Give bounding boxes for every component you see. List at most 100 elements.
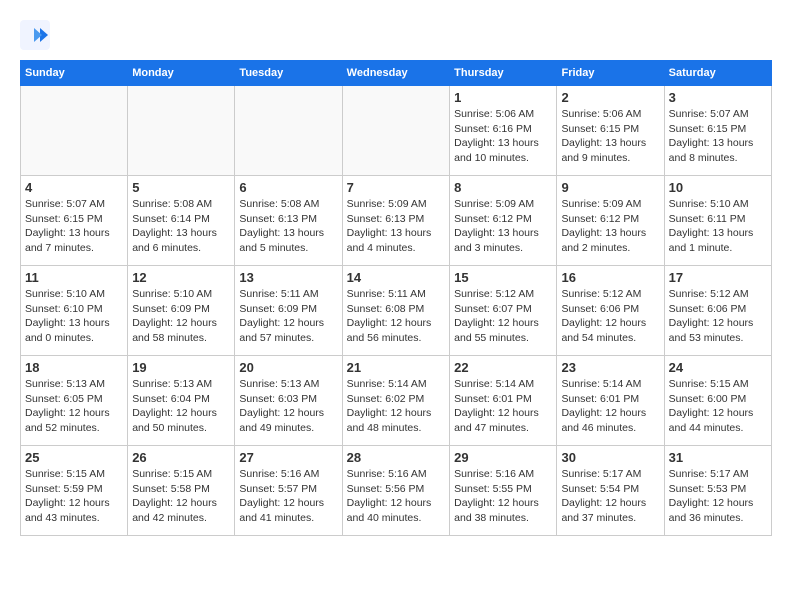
day-info: Sunrise: 5:14 AM Sunset: 6:02 PM Dayligh… [347, 377, 445, 436]
calendar-cell: 12Sunrise: 5:10 AM Sunset: 6:09 PM Dayli… [128, 266, 235, 356]
day-info: Sunrise: 5:12 AM Sunset: 6:06 PM Dayligh… [669, 287, 767, 346]
calendar-cell [342, 86, 449, 176]
day-number: 30 [561, 450, 659, 465]
calendar-cell: 26Sunrise: 5:15 AM Sunset: 5:58 PM Dayli… [128, 446, 235, 536]
calendar-cell: 3 Sunrise: 5:07 AM Sunset: 6:15 PM Daylig… [664, 86, 771, 176]
day-info: Sunrise: 5:11 AM Sunset: 6:09 PM Dayligh… [239, 287, 337, 346]
calendar-cell: 4Sunrise: 5:07 AM Sunset: 6:15 PM Daylig… [21, 176, 128, 266]
day-number: 25 [25, 450, 123, 465]
day-info: Sunrise: 5:08 AM Sunset: 6:14 PM Dayligh… [132, 197, 230, 256]
day-info: Sunrise: 5:11 AM Sunset: 6:08 PM Dayligh… [347, 287, 445, 346]
day-info: Sunrise: 5:15 AM Sunset: 5:59 PM Dayligh… [25, 467, 123, 526]
days-header-row: SundayMondayTuesdayWednesdayThursdayFrid… [21, 61, 772, 86]
day-info: Sunrise: 5:14 AM Sunset: 6:01 PM Dayligh… [454, 377, 552, 436]
day-number: 15 [454, 270, 552, 285]
calendar-cell: 7 Sunrise: 5:09 AM Sunset: 6:13 PM Daylig… [342, 176, 449, 266]
day-info: Sunrise: 5:09 AM Sunset: 6:13 PM Dayligh… [347, 197, 445, 256]
day-number: 21 [347, 360, 445, 375]
day-number: 23 [561, 360, 659, 375]
day-of-week-header: Friday [557, 61, 664, 86]
calendar-cell: 9 Sunrise: 5:09 AM Sunset: 6:12 PM Daylig… [557, 176, 664, 266]
calendar-cell [235, 86, 342, 176]
day-number: 18 [25, 360, 123, 375]
day-number: 16 [561, 270, 659, 285]
day-number: 28 [347, 450, 445, 465]
calendar-cell: 6Sunrise: 5:08 AM Sunset: 6:13 PM Daylig… [235, 176, 342, 266]
day-info: Sunrise: 5:12 AM Sunset: 6:07 PM Dayligh… [454, 287, 552, 346]
day-info: Sunrise: 5:06 AM Sunset: 6:15 PM Dayligh… [561, 107, 659, 166]
calendar-cell: 27Sunrise: 5:16 AM Sunset: 5:57 PM Dayli… [235, 446, 342, 536]
day-of-week-header: Sunday [21, 61, 128, 86]
calendar-cell: 16 Sunrise: 5:12 AM Sunset: 6:06 PM Dayli… [557, 266, 664, 356]
calendar-cell: 8Sunrise: 5:09 AM Sunset: 6:12 PM Daylig… [450, 176, 557, 266]
day-of-week-header: Tuesday [235, 61, 342, 86]
day-info: Sunrise: 5:10 AM Sunset: 6:09 PM Dayligh… [132, 287, 230, 346]
calendar-cell: 31 Sunrise: 5:17 AM Sunset: 5:53 PM Dayli… [664, 446, 771, 536]
day-number: 7 [347, 180, 445, 195]
day-number: 6 [239, 180, 337, 195]
day-number: 17 [669, 270, 767, 285]
day-info: Sunrise: 5:13 AM Sunset: 6:04 PM Dayligh… [132, 377, 230, 436]
day-number: 20 [239, 360, 337, 375]
calendar-cell: 29 Sunrise: 5:16 AM Sunset: 5:55 PM Dayli… [450, 446, 557, 536]
day-number: 26 [132, 450, 230, 465]
day-info: Sunrise: 5:07 AM Sunset: 6:15 PM Dayligh… [25, 197, 123, 256]
calendar-cell: 11Sunrise: 5:10 AM Sunset: 6:10 PM Dayli… [21, 266, 128, 356]
logo-icon [20, 20, 50, 50]
day-info: Sunrise: 5:17 AM Sunset: 5:53 PM Dayligh… [669, 467, 767, 526]
day-info: Sunrise: 5:10 AM Sunset: 6:11 PM Dayligh… [669, 197, 767, 256]
calendar-cell [128, 86, 235, 176]
calendar-cell: 15 Sunrise: 5:12 AM Sunset: 6:07 PM Dayli… [450, 266, 557, 356]
calendar-cell: 24 Sunrise: 5:15 AM Sunset: 6:00 PM Dayli… [664, 356, 771, 446]
day-of-week-header: Thursday [450, 61, 557, 86]
calendar-week-row: 25 Sunrise: 5:15 AM Sunset: 5:59 PM Dayli… [21, 446, 772, 536]
calendar-cell: 1 Sunrise: 5:06 AM Sunset: 6:16 PM Daylig… [450, 86, 557, 176]
day-number: 19 [132, 360, 230, 375]
day-info: Sunrise: 5:13 AM Sunset: 6:05 PM Dayligh… [25, 377, 123, 436]
day-info: Sunrise: 5:09 AM Sunset: 6:12 PM Dayligh… [454, 197, 552, 256]
day-number: 5 [132, 180, 230, 195]
day-info: Sunrise: 5:15 AM Sunset: 6:00 PM Dayligh… [669, 377, 767, 436]
calendar-week-row: 1 Sunrise: 5:06 AM Sunset: 6:16 PM Daylig… [21, 86, 772, 176]
calendar-cell: 13 Sunrise: 5:11 AM Sunset: 6:09 PM Dayli… [235, 266, 342, 356]
calendar-cell: 5 Sunrise: 5:08 AM Sunset: 6:14 PM Daylig… [128, 176, 235, 266]
day-info: Sunrise: 5:12 AM Sunset: 6:06 PM Dayligh… [561, 287, 659, 346]
calendar-cell: 23 Sunrise: 5:14 AM Sunset: 6:01 PM Dayli… [557, 356, 664, 446]
day-number: 10 [669, 180, 767, 195]
day-of-week-header: Wednesday [342, 61, 449, 86]
day-info: Sunrise: 5:14 AM Sunset: 6:01 PM Dayligh… [561, 377, 659, 436]
day-info: Sunrise: 5:17 AM Sunset: 5:54 PM Dayligh… [561, 467, 659, 526]
calendar-cell: 30 Sunrise: 5:17 AM Sunset: 5:54 PM Dayli… [557, 446, 664, 536]
day-number: 24 [669, 360, 767, 375]
day-number: 3 [669, 90, 767, 105]
day-number: 29 [454, 450, 552, 465]
day-number: 31 [669, 450, 767, 465]
logo [20, 20, 54, 50]
calendar-cell: 19 Sunrise: 5:13 AM Sunset: 6:04 PM Dayli… [128, 356, 235, 446]
calendar-cell [21, 86, 128, 176]
calendar-cell: 14 Sunrise: 5:11 AM Sunset: 6:08 PM Dayli… [342, 266, 449, 356]
day-of-week-header: Monday [128, 61, 235, 86]
calendar-cell: 25 Sunrise: 5:15 AM Sunset: 5:59 PM Dayli… [21, 446, 128, 536]
calendar-cell: 22Sunrise: 5:14 AM Sunset: 6:01 PM Dayli… [450, 356, 557, 446]
day-number: 1 [454, 90, 552, 105]
header [20, 20, 772, 50]
day-number: 9 [561, 180, 659, 195]
day-info: Sunrise: 5:16 AM Sunset: 5:56 PM Dayligh… [347, 467, 445, 526]
day-of-week-header: Saturday [664, 61, 771, 86]
calendar-cell: 18 Sunrise: 5:13 AM Sunset: 6:05 PM Dayli… [21, 356, 128, 446]
day-info: Sunrise: 5:16 AM Sunset: 5:55 PM Dayligh… [454, 467, 552, 526]
day-number: 14 [347, 270, 445, 285]
day-info: Sunrise: 5:09 AM Sunset: 6:12 PM Dayligh… [561, 197, 659, 256]
calendar-cell: 2 Sunrise: 5:06 AM Sunset: 6:15 PM Daylig… [557, 86, 664, 176]
calendar-week-row: 11Sunrise: 5:10 AM Sunset: 6:10 PM Dayli… [21, 266, 772, 356]
day-number: 2 [561, 90, 659, 105]
day-number: 13 [239, 270, 337, 285]
day-info: Sunrise: 5:13 AM Sunset: 6:03 PM Dayligh… [239, 377, 337, 436]
day-info: Sunrise: 5:06 AM Sunset: 6:16 PM Dayligh… [454, 107, 552, 166]
calendar-cell: 28 Sunrise: 5:16 AM Sunset: 5:56 PM Dayli… [342, 446, 449, 536]
day-info: Sunrise: 5:16 AM Sunset: 5:57 PM Dayligh… [239, 467, 337, 526]
calendar-cell: 17 Sunrise: 5:12 AM Sunset: 6:06 PM Dayli… [664, 266, 771, 356]
calendar-cell: 21 Sunrise: 5:14 AM Sunset: 6:02 PM Dayli… [342, 356, 449, 446]
day-info: Sunrise: 5:07 AM Sunset: 6:15 PM Dayligh… [669, 107, 767, 166]
